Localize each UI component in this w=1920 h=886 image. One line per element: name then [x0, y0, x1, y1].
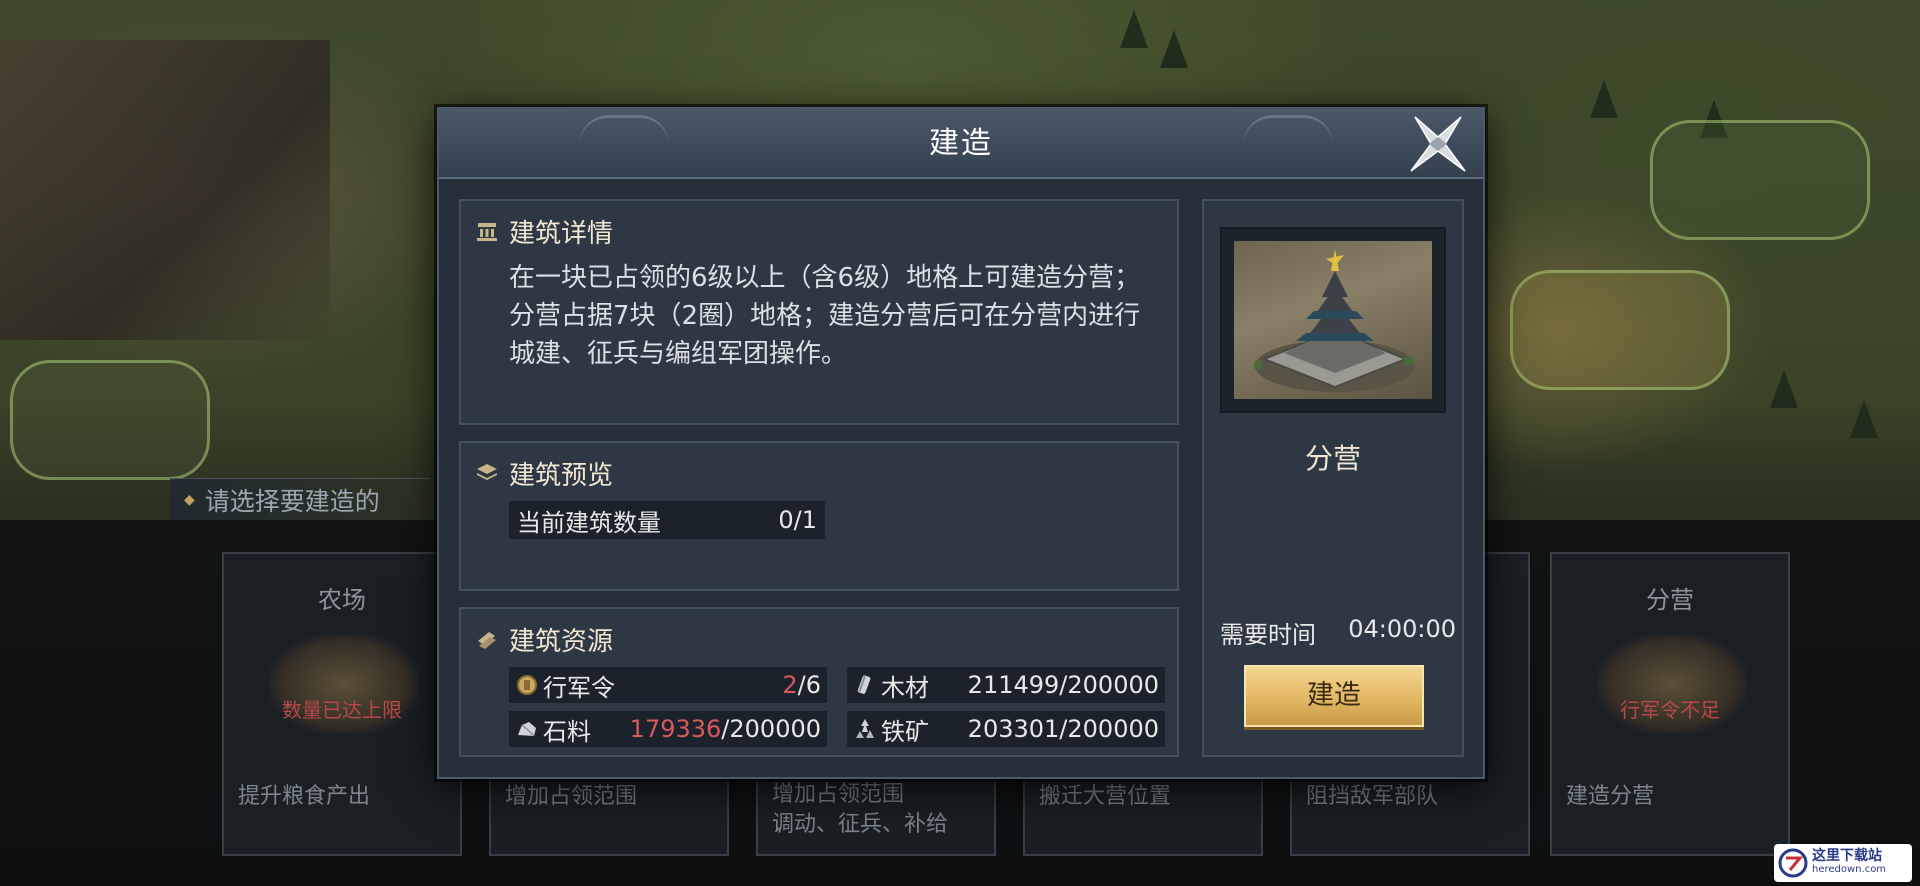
description-line: 在一块已占领的6级以上（含6级）地格上可建造分营；: [509, 263, 1141, 293]
resource-amount: 179336/200000: [630, 715, 821, 743]
tree: [1590, 80, 1618, 118]
building-preview-frame: [1220, 227, 1446, 413]
pagoda-illustration: [1254, 249, 1415, 392]
card-name: 农场: [318, 586, 366, 614]
section-title: 建筑详情: [509, 218, 614, 249]
section-title: 建筑预览: [509, 460, 614, 491]
building-icon: [477, 223, 497, 241]
march-order-icon: [517, 675, 537, 695]
building-name: 分营: [1304, 442, 1361, 475]
watermark-cn: 这里下载站: [1812, 848, 1882, 864]
description-line: 城建、征兵与编组军团操作。: [509, 339, 848, 369]
tree: [1850, 400, 1878, 438]
time-value: 04:00:00: [1348, 615, 1456, 643]
resource-amount: 203301/200000: [968, 715, 1159, 743]
building-preview-section: 建筑预览 当前建筑数量 0/1: [459, 441, 1179, 591]
resource-current: 203301: [967, 715, 1060, 743]
card-desc: 搬迁大营位置: [1039, 784, 1172, 809]
resource-stone: 石料 179336/200000: [509, 711, 827, 747]
description-line: 分营占据7块（2圈）地格；建造分营后可在分营内进行: [509, 301, 1141, 331]
resource-label: 铁矿: [881, 717, 929, 746]
build-card-branch-camp[interactable]: 分营 行军令不足 建造分营: [1550, 552, 1790, 856]
layers-icon: [477, 464, 497, 480]
tree: [1770, 370, 1798, 408]
card-warning: 数量已达上限: [282, 698, 402, 722]
stone-icon: [518, 722, 536, 737]
dialog-title: 建造: [929, 126, 993, 161]
map-tile[interactable]: [10, 360, 210, 480]
time-label: 需要时间: [1220, 621, 1316, 649]
count-label: 当前建筑数量: [517, 508, 661, 537]
section-heading: 建筑详情: [475, 215, 614, 249]
resource-amount: 2/6: [782, 671, 821, 699]
resource-current: 211499: [967, 671, 1060, 699]
card-desc: 提升粮食产出: [238, 784, 371, 809]
hint-text: 请选择要建造的: [204, 486, 380, 516]
card-desc: 建造分营: [1566, 784, 1655, 809]
build-dialog: 建造 建筑详情 在一块已占领的6级以上（含6级）地格上可建造分营； 分营占据7块…: [437, 107, 1485, 779]
card-warning: 行军令不足: [1620, 698, 1720, 722]
resource-iron-ore: 铁矿 203301/200000: [847, 711, 1165, 747]
map-tile-farm[interactable]: [1510, 270, 1730, 390]
section-heading: 建筑资源: [475, 623, 614, 657]
resource-label: 木材: [881, 673, 929, 702]
resource-required: /200000: [721, 715, 821, 743]
build-card-farm[interactable]: 农场 数量已达上限 提升粮食产出: [222, 552, 462, 856]
watermark-en: heredown.com: [1812, 864, 1887, 875]
count-value: 0/1: [778, 506, 817, 534]
branch-camp-image: [1234, 241, 1432, 399]
building-count-row: 当前建筑数量 0/1: [509, 501, 825, 539]
resource-march-order: 行军令 2/6: [509, 667, 827, 703]
build-button[interactable]: 建造: [1244, 665, 1424, 727]
resources-icon: [478, 632, 496, 649]
card-desc: 增加占领范围: [505, 784, 638, 809]
resource-required: /6: [797, 671, 821, 699]
close-icon: [1410, 116, 1466, 172]
resource-wood: 木材 211499/200000: [847, 667, 1165, 703]
resource-amount: 211499/200000: [968, 671, 1159, 699]
map-tile[interactable]: [1650, 120, 1870, 240]
section-heading: 建筑预览: [475, 457, 614, 491]
resource-current: 179336: [629, 715, 722, 743]
iron-ore-icon: [856, 719, 874, 738]
build-time-row: 需要时间 04:00:00: [1220, 615, 1456, 650]
card-name: 分营: [1646, 586, 1694, 614]
select-building-hint: ◆ 请选择要建造的: [170, 478, 430, 520]
card-desc: 增加占领范围 调动、征兵、补给: [772, 782, 949, 837]
resource-required: /200000: [1059, 715, 1159, 743]
watermark-logo-icon: [1778, 848, 1808, 878]
diamond-icon: ◆: [184, 491, 195, 508]
building-details-section: 建筑详情 在一块已占领的6级以上（含6级）地格上可建造分营； 分营占据7块（2圈…: [459, 199, 1179, 425]
close-button[interactable]: [1407, 113, 1469, 175]
building-description: 在一块已占领的6级以上（含6级）地格上可建造分营； 分营占据7块（2圈）地格；建…: [509, 259, 1169, 373]
card-desc: 阻挡敌军部队: [1306, 784, 1439, 809]
tree: [1120, 10, 1148, 48]
resource-label: 行军令: [543, 673, 615, 702]
site-watermark: 这里下载站 heredown.com: [1774, 844, 1912, 882]
section-title: 建筑资源: [509, 626, 614, 657]
city-buildings: [0, 40, 330, 340]
wood-icon: [857, 675, 871, 694]
dialog-header: 建造: [439, 109, 1483, 179]
tree: [1160, 30, 1188, 68]
resource-label: 石料: [543, 717, 591, 746]
resource-current: 2: [782, 671, 798, 699]
resource-required: /200000: [1059, 671, 1159, 699]
building-resources-section: 建筑资源 行军令 2/6 木材 211499/200000 石料 179336/…: [459, 607, 1179, 757]
watermark-text: 这里下载站 heredown.com: [1812, 849, 1886, 877]
building-side-panel: 分营 需要时间 04:00:00 建造: [1202, 199, 1464, 757]
